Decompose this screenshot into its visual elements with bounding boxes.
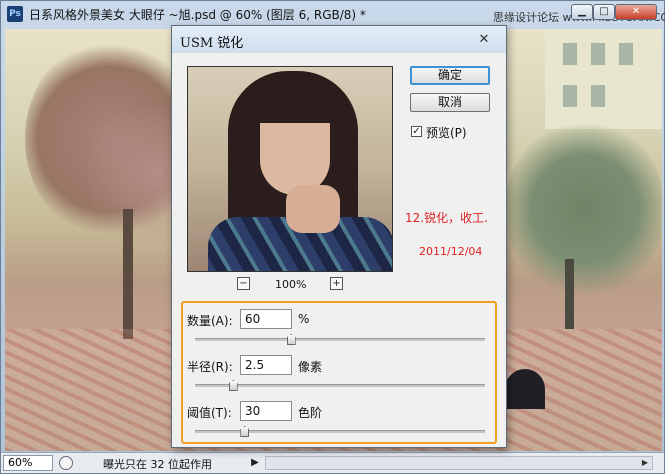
maximize-icon: □ <box>599 6 609 17</box>
ok-button[interactable]: 确定 <box>410 66 490 85</box>
threshold-slider-track[interactable] <box>195 430 485 433</box>
sharpen-parameters-panel: 数量(A): 60 % 半径(R): 2.5 像素 阈值(T): 30 色阶 <box>181 301 497 444</box>
preview-checkbox[interactable]: ✓ <box>411 126 422 137</box>
minimize-icon: ▁ <box>578 6 586 17</box>
window-close-button[interactable]: ✕ <box>615 4 657 20</box>
subject-silhouette <box>505 369 545 409</box>
radius-slider-track[interactable] <box>195 384 485 387</box>
amount-input[interactable]: 60 <box>240 309 292 329</box>
background-building <box>545 29 662 129</box>
tree-trunk <box>123 209 133 339</box>
close-icon: ✕ <box>631 6 641 17</box>
zoom-level-field[interactable]: 60% <box>3 455 53 471</box>
minimize-button[interactable]: ▁ <box>571 4 593 20</box>
annotation-date-note: 2011/12/04 <box>419 245 483 258</box>
photoshop-app-icon: Ps <box>7 6 23 22</box>
building-window <box>563 85 577 107</box>
checkmark-icon: ✓ <box>412 126 421 137</box>
amount-label: 数量(A): <box>187 314 233 328</box>
unsharp-mask-dialog: USM 锐化 ✕ − 100% + 确定 取消 ✓ 预览(P) 12.锐化，收工… <box>171 25 507 448</box>
green-tree <box>505 119 662 299</box>
status-bar: 60% 曝光只在 32 位起作用 ▶ ▶ <box>1 452 664 473</box>
horizontal-scrollbar[interactable]: ▶ <box>265 456 653 470</box>
threshold-label: 阈值(T): <box>187 406 232 420</box>
building-window <box>591 85 605 107</box>
dialog-titlebar[interactable]: USM 锐化 ✕ <box>172 26 506 53</box>
building-window <box>563 43 577 65</box>
preview-hand <box>286 185 340 233</box>
preview-checkbox-label: 预览(P) <box>426 126 467 140</box>
window-titlebar[interactable]: Ps 日系风格外景美女 大眼仔 ~旭.psd @ 60% (图层 6, RGB/… <box>1 1 665 27</box>
scroll-right-icon[interactable]: ▶ <box>638 457 652 469</box>
amount-unit: % <box>298 312 310 326</box>
preview-zoom-level: 100% <box>275 278 307 291</box>
zoom-in-button[interactable]: + <box>330 277 343 290</box>
building-window <box>591 43 605 65</box>
dialog-title: USM 锐化 <box>180 36 244 51</box>
threshold-input[interactable]: 30 <box>240 401 292 421</box>
cancel-button[interactable]: 取消 <box>410 93 490 112</box>
maximize-button[interactable]: □ <box>593 4 615 20</box>
dialog-close-icon[interactable]: ✕ <box>476 32 492 47</box>
amount-slider-thumb[interactable] <box>286 334 296 345</box>
amount-slider-track[interactable] <box>195 338 485 341</box>
radius-label: 半径(R): <box>187 360 233 374</box>
filter-preview-image[interactable] <box>187 66 393 272</box>
tree-trunk <box>565 259 574 329</box>
annotation-step-note: 12.锐化，收工. <box>405 211 488 225</box>
building-window <box>619 43 633 65</box>
radius-unit: 像素 <box>298 360 323 374</box>
threshold-slider-thumb[interactable] <box>240 426 250 437</box>
status-info-icon[interactable] <box>59 456 73 470</box>
zoom-out-button[interactable]: − <box>237 277 250 290</box>
radius-input[interactable]: 2.5 <box>240 355 292 375</box>
status-menu-arrow-icon[interactable]: ▶ <box>248 455 262 471</box>
radius-slider-thumb[interactable] <box>228 380 238 391</box>
status-message: 曝光只在 32 位起作用 <box>103 458 212 471</box>
preview-bangs <box>254 87 336 123</box>
document-title: 日系风格外景美女 大眼仔 ~旭.psd @ 60% (图层 6, RGB/8) … <box>29 8 366 22</box>
threshold-unit: 色阶 <box>298 406 323 420</box>
